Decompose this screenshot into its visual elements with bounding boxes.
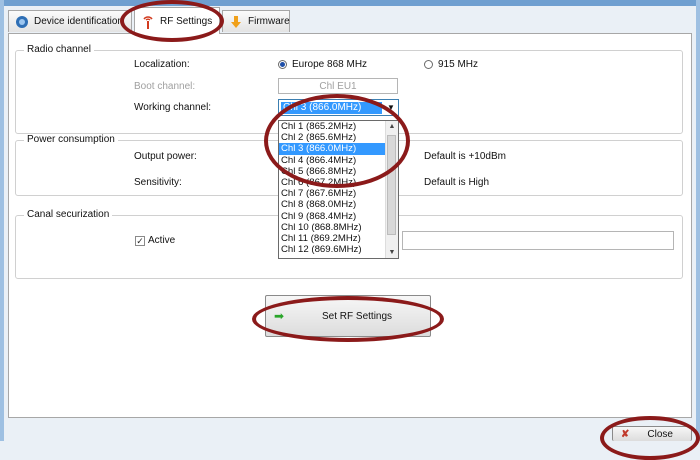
channel-option[interactable]: Chl 12 (869.6MHz)	[279, 244, 385, 255]
working-channel-dropdown[interactable]: Chl 1 (865.2MHz) Chl 2 (865.6MHz) Chl 3 (8…	[278, 120, 399, 259]
channel-option[interactable]: Chl 3 (866.0MHz)	[279, 143, 385, 155]
bottom-bar	[4, 418, 696, 441]
sensitivity-label: Sensitivity:	[134, 177, 182, 188]
window-left-border	[0, 0, 4, 441]
channel-option[interactable]: Chl 4 (866.4MHz)	[279, 155, 385, 166]
localization-label: Localization:	[134, 59, 190, 70]
active-checkbox[interactable]: ✓ Active	[135, 235, 175, 246]
tab-firmware[interactable]: Firmware	[222, 10, 290, 32]
radio-channel-title: Radio channel	[24, 44, 94, 55]
tab-strip: Device identification RF Settings Firmwa…	[4, 6, 696, 34]
output-power-label: Output power:	[134, 151, 197, 162]
tab-label: Firmware	[248, 16, 290, 27]
boot-channel-field: Chl EU1	[278, 78, 398, 94]
antenna-icon	[141, 14, 155, 29]
scroll-down-icon[interactable]: ▼	[386, 249, 398, 256]
close-label: Close	[647, 428, 673, 440]
channel-option[interactable]: Chl 10 (868.8MHz)	[279, 222, 385, 233]
tab-device-identification[interactable]: Device identification	[8, 10, 132, 32]
device-id-icon	[15, 15, 29, 29]
canal-securization-title: Canal securization	[24, 209, 113, 220]
output-power-default: Default is +10dBm	[424, 151, 506, 162]
working-channel-label: Working channel:	[134, 102, 212, 113]
set-rf-settings-button[interactable]: ➡ Set RF Settings	[265, 295, 431, 337]
green-arrow-icon: ➡	[274, 309, 285, 323]
channel-option[interactable]: Chl 9 (868.4MHz)	[279, 211, 385, 222]
channel-option[interactable]: Chl 7 (867.6MHz)	[279, 188, 385, 199]
boot-channel-label: Boot channel:	[134, 81, 196, 92]
window-right-border	[696, 0, 700, 441]
radio-dot	[278, 60, 287, 69]
red-x-icon: ✘	[621, 428, 630, 440]
scroll-up-icon[interactable]: ▲	[386, 123, 398, 130]
channel-option[interactable]: Chl 11 (869.2MHz)	[279, 233, 385, 244]
working-channel-value: Chl 3 (866.0MHz)	[281, 101, 382, 114]
active-label: Active	[148, 235, 176, 246]
channel-option[interactable]: Chl 6 (867.2MHz)	[279, 177, 385, 188]
radio-dot	[424, 60, 433, 69]
power-consumption-title: Power consumption	[24, 134, 118, 145]
working-channel-select[interactable]: Chl 3 (866.0MHz) ▼	[278, 99, 399, 116]
channel-list: Chl 1 (865.2MHz) Chl 2 (865.6MHz) Chl 3 (8…	[279, 121, 385, 258]
close-button[interactable]: ✘ Close	[612, 426, 692, 441]
firmware-warning-icon	[229, 15, 243, 29]
tab-rf-settings[interactable]: RF Settings	[134, 7, 220, 34]
tab-label: RF Settings	[160, 15, 213, 27]
checkmark-icon: ✓	[135, 235, 145, 246]
radio-europe-868[interactable]: Europe 868 MHz	[278, 59, 367, 70]
set-rf-settings-label: Set RF Settings	[322, 310, 393, 322]
sensitivity-default: Default is High	[424, 177, 490, 188]
channel-option[interactable]: Chl 2 (865.6MHz)	[279, 132, 385, 143]
channel-option[interactable]: Chl 5 (866.8MHz)	[279, 166, 385, 177]
dropdown-scrollbar[interactable]: ▲ ▼	[385, 121, 398, 258]
radio-label: Europe 868 MHz	[292, 59, 368, 70]
tab-label: Device identification	[34, 16, 123, 27]
chevron-down-icon[interactable]: ▼	[384, 103, 398, 112]
scroll-thumb[interactable]	[387, 135, 396, 235]
channel-option[interactable]: Chl 8 (868.0MHz)	[279, 199, 385, 210]
radio-915[interactable]: 915 MHz	[424, 59, 478, 70]
radio-label: 915 MHz	[438, 59, 479, 70]
security-key-field[interactable]	[402, 231, 674, 250]
channel-option[interactable]: Chl 1 (865.2MHz)	[279, 121, 385, 132]
